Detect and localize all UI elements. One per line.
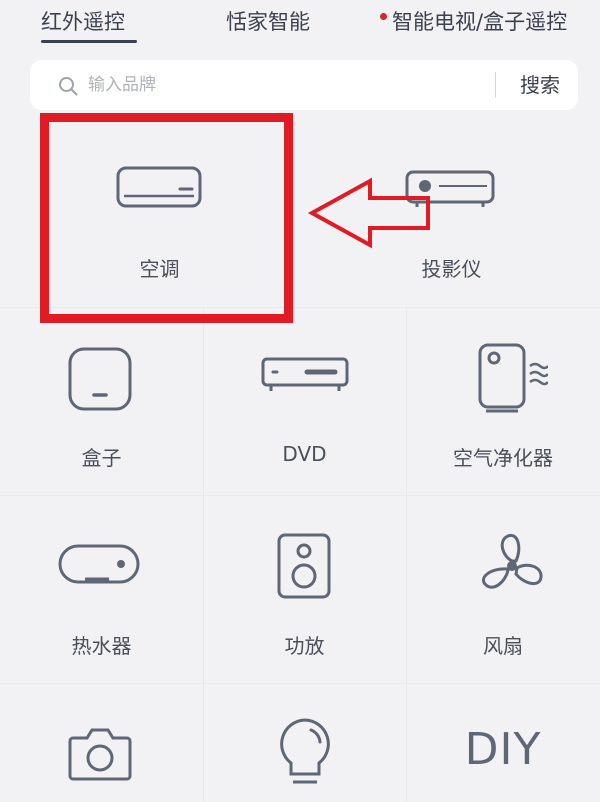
diy-icon: DIY: [464, 724, 542, 775]
device-tile-diy[interactable]: DIY: [406, 684, 600, 802]
highlight-box: [40, 113, 293, 323]
device-label: 投影仪: [421, 257, 482, 281]
tab-infrared-remote[interactable]: 红外遥控: [41, 6, 125, 36]
device-tile-air-purifier[interactable]: 空气净化器: [406, 308, 600, 495]
device-tile-box[interactable]: 盒子: [0, 308, 203, 495]
box-icon: [68, 347, 132, 411]
tab-active-indicator: [41, 40, 137, 43]
tab-smart-tv-box[interactable]: 智能电视/盒子遥控: [392, 6, 567, 36]
device-label: 风扇: [483, 634, 523, 658]
fan-icon: [482, 533, 543, 589]
device-label: 热水器: [71, 634, 132, 658]
device-label: DVD: [282, 442, 327, 466]
water-heater-icon: [58, 544, 140, 584]
device-tile-fan[interactable]: 风扇: [406, 496, 600, 683]
device-tile-light-bulb[interactable]: [203, 684, 406, 802]
device-tile-camera[interactable]: [0, 684, 203, 802]
camera-icon: [68, 728, 132, 781]
amplifier-icon: [277, 533, 331, 599]
device-tile-amplifier[interactable]: 功放: [203, 496, 406, 683]
notification-dot: [380, 13, 387, 20]
search-divider: [495, 72, 496, 98]
search-bar: 搜索: [30, 60, 578, 110]
tab-smart-home[interactable]: 恬家智能: [226, 6, 310, 36]
light-bulb-icon: [280, 718, 330, 784]
arrow-left-icon: [308, 177, 430, 249]
tab-bar: 红外遥控 恬家智能 智能电视/盒子遥控: [0, 0, 600, 50]
search-button[interactable]: 搜索: [508, 71, 572, 99]
dvd-icon: [261, 357, 349, 391]
device-tile-water-heater[interactable]: 热水器: [0, 496, 203, 683]
device-label: 功放: [284, 634, 325, 658]
device-label: 空气净化器: [453, 446, 553, 470]
device-label: 盒子: [81, 446, 122, 470]
air-purifier-icon: [478, 343, 548, 413]
search-icon: [59, 77, 78, 96]
search-input[interactable]: [88, 71, 508, 99]
device-tile-dvd[interactable]: DVD: [203, 308, 406, 495]
